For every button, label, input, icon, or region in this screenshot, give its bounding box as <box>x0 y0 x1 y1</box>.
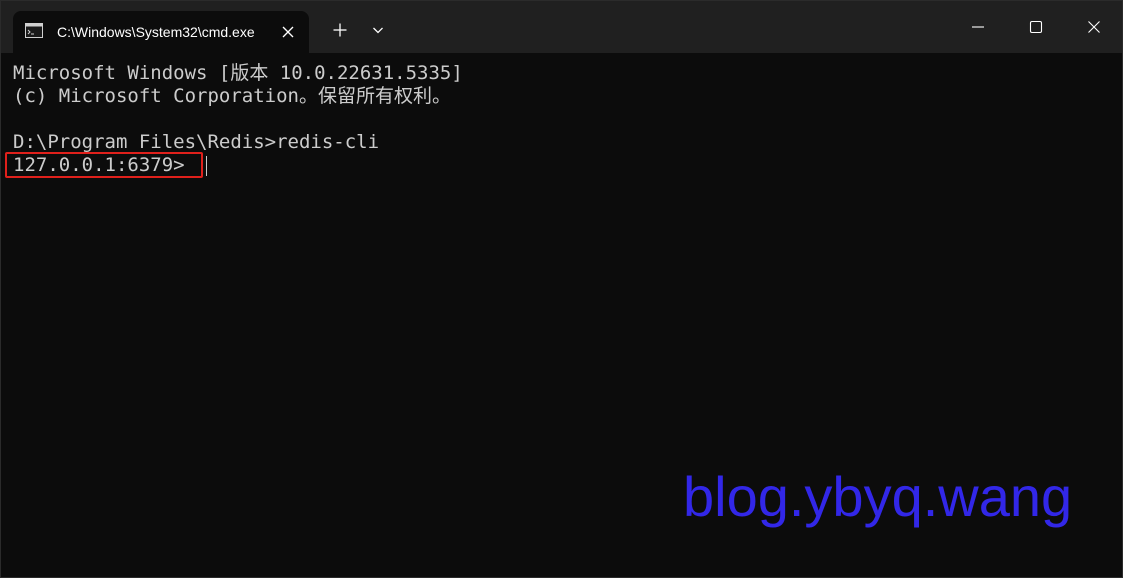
terminal-output[interactable]: Microsoft Windows [版本 10.0.22631.5335] (… <box>1 53 1122 577</box>
tab-title-fade <box>253 21 275 43</box>
plus-icon <box>333 23 347 37</box>
tab-dropdown-button[interactable] <box>365 15 391 45</box>
terminal-line: Microsoft Windows [版本 10.0.22631.5335] <box>13 62 463 84</box>
chevron-down-icon <box>373 27 383 34</box>
maximize-icon <box>1029 20 1043 34</box>
terminal-window: C:\Windows\System32\cmd.exe Microsoft Wi… <box>0 0 1123 578</box>
terminal-line: (c) Microsoft Corporation。保留所有权利。 <box>13 85 451 107</box>
watermark-text: blog.ybyq.wang <box>683 465 1073 528</box>
new-tab-button[interactable] <box>327 15 353 45</box>
close-icon <box>1088 21 1100 33</box>
text-cursor <box>206 156 207 176</box>
tab-cmd[interactable]: C:\Windows\System32\cmd.exe <box>13 11 309 53</box>
minimize-icon <box>972 26 984 28</box>
maximize-button[interactable] <box>1007 1 1065 53</box>
tab-title: C:\Windows\System32\cmd.exe <box>57 24 255 40</box>
tab-close-icon[interactable] <box>279 23 297 41</box>
title-bar[interactable]: C:\Windows\System32\cmd.exe <box>1 1 1122 53</box>
close-button[interactable] <box>1065 1 1122 53</box>
minimize-button[interactable] <box>949 1 1007 53</box>
cmd-icon <box>25 23 43 38</box>
prompt-highlight-box <box>5 152 203 178</box>
terminal-line: D:\Program Files\Redis>redis-cli <box>13 131 380 153</box>
